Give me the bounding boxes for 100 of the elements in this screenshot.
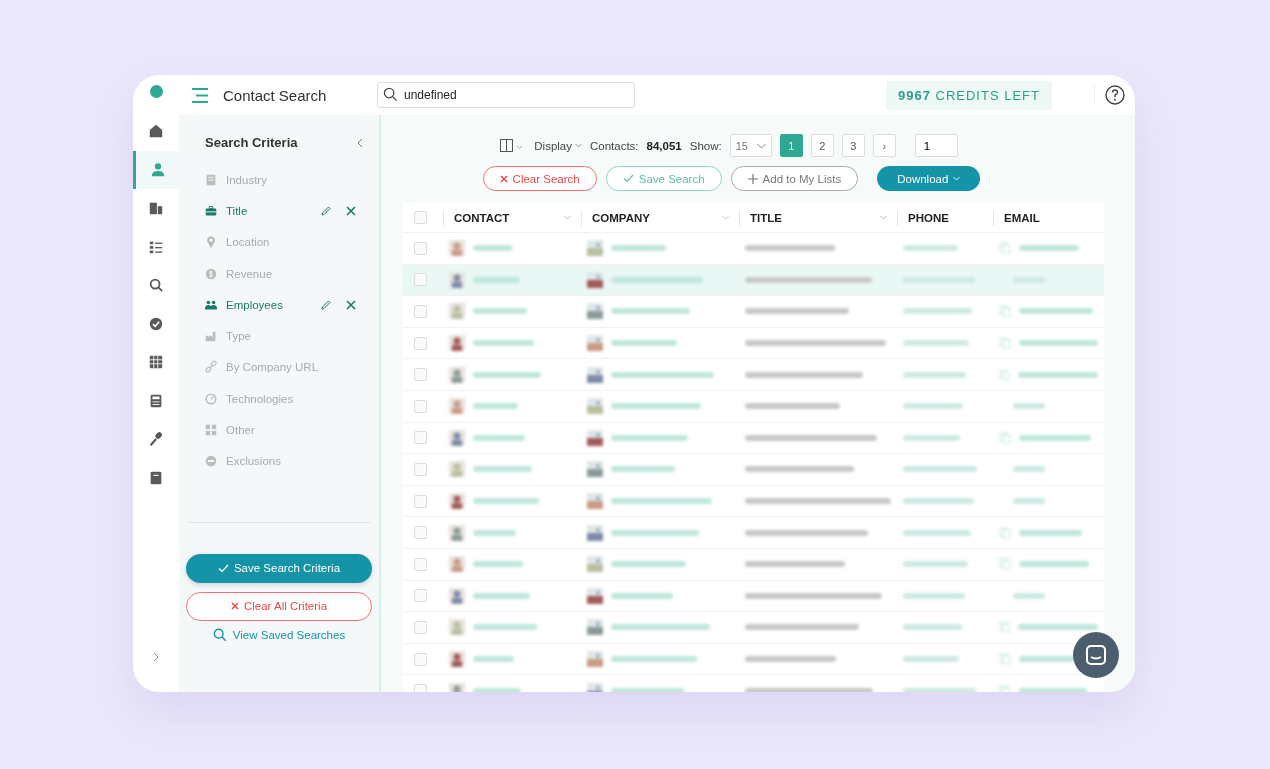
blurred-text — [903, 498, 974, 505]
dollar-icon — [204, 266, 218, 281]
blurred-text — [903, 276, 975, 283]
page-button[interactable]: 3 — [841, 134, 865, 157]
row-checkbox[interactable] — [414, 494, 427, 508]
check-icon — [622, 174, 634, 183]
caret-icon — [575, 143, 582, 148]
blurred-text — [473, 276, 520, 283]
select-all-checkbox[interactable] — [414, 211, 427, 224]
menu-icon[interactable] — [191, 86, 209, 104]
criteria-item[interactable]: Employees — [226, 298, 312, 311]
blurred-text — [473, 403, 518, 410]
row-checkbox[interactable] — [414, 305, 427, 318]
close-icon[interactable] — [346, 299, 356, 310]
copy-icon[interactable] — [999, 337, 1011, 350]
expand-icon[interactable] — [151, 650, 161, 664]
copy-icon[interactable] — [999, 368, 1010, 381]
caret-icon — [880, 215, 887, 220]
blurred-text — [611, 592, 673, 599]
plus-icon — [747, 173, 758, 184]
caret-icon — [722, 215, 729, 220]
search-icon — [148, 277, 164, 294]
row-checkbox[interactable] — [414, 557, 427, 571]
row-checkbox[interactable] — [414, 273, 427, 287]
row-checkbox[interactable] — [414, 241, 427, 255]
link-icon — [204, 360, 218, 375]
blurred-text — [1019, 245, 1079, 252]
logo-dot — [149, 85, 163, 98]
criteria-item[interactable]: Title — [226, 204, 312, 217]
blurred-text — [1013, 466, 1045, 473]
blurred-text — [473, 245, 513, 252]
column-header[interactable]: CONTACT — [454, 211, 510, 224]
row-checkbox[interactable] — [414, 620, 427, 634]
minus-icon — [204, 454, 218, 469]
copy-icon[interactable] — [999, 305, 1011, 318]
blurred-text — [473, 624, 537, 631]
row-checkbox[interactable] — [414, 526, 427, 540]
row-checkbox[interactable] — [414, 652, 427, 666]
page-button[interactable]: 2 — [810, 134, 834, 157]
blurred-text — [611, 340, 677, 347]
column-header[interactable]: EMAIL — [1004, 211, 1040, 224]
column-header[interactable]: PHONE — [908, 211, 949, 224]
view-saved-link[interactable]: View Saved Searches — [206, 626, 352, 643]
blurred-text — [903, 245, 958, 252]
save-criteria-button[interactable]: Save Search Criteria — [186, 553, 372, 583]
grid-icon — [148, 354, 164, 371]
help-icon[interactable] — [1094, 85, 1125, 105]
copy-icon[interactable] — [999, 621, 1011, 634]
chat-icon — [1085, 644, 1107, 666]
add-button[interactable]: Add to My Lists — [730, 166, 859, 191]
credits-badge: 9967 CREDITS LEFT — [886, 80, 1052, 110]
blurred-text — [903, 371, 966, 378]
copy-icon[interactable] — [999, 242, 1011, 255]
page-input[interactable]: 1 — [914, 134, 958, 157]
contacts-count: 84,051 — [646, 139, 682, 152]
search-icon — [212, 627, 227, 642]
briefcase-icon — [204, 203, 218, 218]
page-size-select[interactable]: 15 — [729, 134, 772, 157]
search-field[interactable]: undefined — [377, 82, 635, 108]
copy-icon[interactable] — [999, 431, 1011, 444]
blurred-text — [473, 561, 523, 568]
clear-button[interactable]: Clear Search — [482, 166, 597, 191]
display-dropdown[interactable]: Display — [534, 139, 572, 152]
pencil-icon[interactable] — [320, 204, 332, 217]
blurred-text — [1013, 403, 1045, 410]
panel-title: Search Criteria — [205, 135, 298, 150]
contacts-label: Contacts: — [590, 139, 639, 152]
blurred-text — [1013, 498, 1045, 505]
blurred-text — [611, 466, 675, 473]
close-icon — [230, 602, 239, 611]
copy-icon[interactable] — [999, 653, 1011, 665]
row-checkbox[interactable] — [414, 431, 427, 445]
copy-icon[interactable] — [999, 526, 1011, 539]
blurred-text — [473, 466, 532, 473]
copy-icon[interactable] — [999, 558, 1011, 571]
blurred-text — [1013, 592, 1045, 599]
column-header[interactable]: COMPANY — [592, 211, 650, 224]
nav-item[interactable] — [133, 150, 179, 189]
row-checkbox[interactable] — [414, 399, 427, 413]
blurred-text — [1013, 276, 1045, 283]
caret-icon — [564, 215, 571, 220]
collapse-icon[interactable] — [356, 136, 364, 149]
clear-criteria-button[interactable]: Clear All Criteria — [186, 591, 372, 621]
row-checkbox[interactable] — [414, 462, 427, 476]
calculator-icon — [148, 392, 164, 409]
row-checkbox[interactable] — [414, 336, 427, 350]
download-button[interactable]: Download — [877, 166, 981, 191]
pencil-icon[interactable] — [320, 298, 332, 311]
blurred-text — [903, 656, 959, 662]
blurred-text — [903, 308, 972, 315]
row-checkbox[interactable] — [414, 368, 427, 382]
row-checkbox[interactable] — [414, 589, 427, 603]
column-header[interactable]: TITLE — [750, 211, 782, 224]
close-icon[interactable] — [346, 205, 356, 216]
highlighted-row[interactable] — [403, 264, 1104, 297]
next-page-button[interactable]: › — [872, 134, 896, 157]
blurred-text — [473, 434, 525, 441]
page-button[interactable]: 1 — [779, 134, 803, 157]
blurred-text — [473, 308, 527, 315]
blurred-text — [473, 498, 539, 505]
